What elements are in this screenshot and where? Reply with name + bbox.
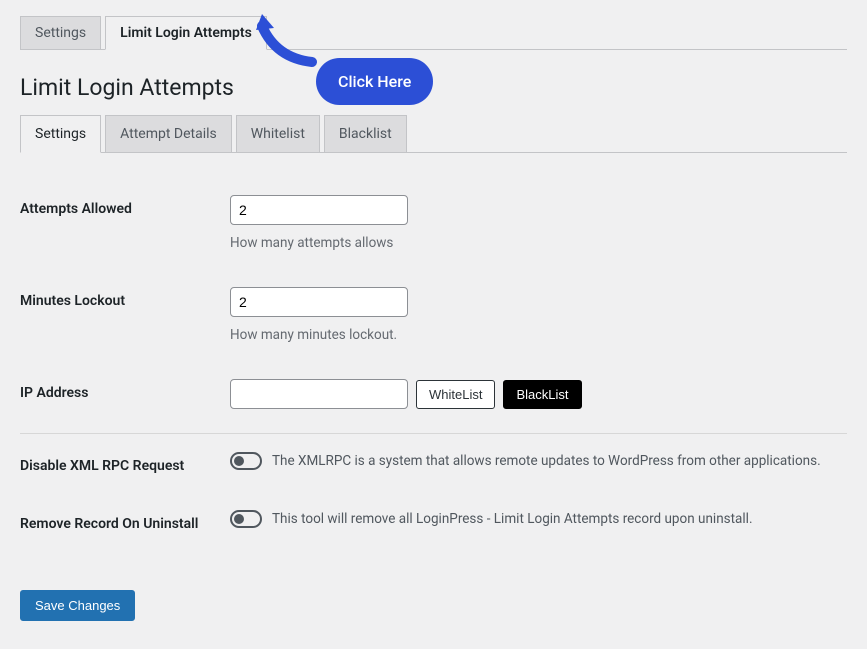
- desc-remove-record: This tool will remove all LoginPress - L…: [272, 511, 753, 527]
- desc-attempts-allowed: How many attempts allows: [230, 235, 847, 251]
- toggle-remove-record[interactable]: [230, 510, 262, 528]
- desc-minutes-lockout: How many minutes lockout.: [230, 327, 847, 343]
- page-title: Limit Login Attempts: [20, 74, 847, 101]
- sub-tab-blacklist[interactable]: Blacklist: [324, 115, 407, 153]
- top-tab-limit-login[interactable]: Limit Login Attempts: [105, 16, 267, 50]
- top-tab-settings[interactable]: Settings: [20, 16, 101, 50]
- row-disable-xmlrpc: Disable XML RPC Request The XMLRPC is a …: [20, 434, 847, 492]
- save-button[interactable]: Save Changes: [20, 590, 135, 621]
- input-attempts-allowed[interactable]: [230, 195, 408, 225]
- toggle-disable-xmlrpc[interactable]: [230, 452, 262, 470]
- label-disable-xmlrpc: Disable XML RPC Request: [20, 452, 230, 474]
- label-ip-address: IP Address: [20, 379, 230, 401]
- label-attempts-allowed: Attempts Allowed: [20, 195, 230, 217]
- sub-tab-whitelist[interactable]: Whitelist: [236, 115, 320, 153]
- row-minutes-lockout: Minutes Lockout How many minutes lockout…: [20, 269, 847, 361]
- sub-tab-attempt-details[interactable]: Attempt Details: [105, 115, 232, 153]
- input-ip-address[interactable]: [230, 379, 408, 409]
- label-minutes-lockout: Minutes Lockout: [20, 287, 230, 309]
- toggle-knob-icon: [234, 456, 244, 466]
- sub-tabs: Settings Attempt Details Whitelist Black…: [20, 115, 847, 153]
- blacklist-button[interactable]: BlackList: [503, 380, 581, 409]
- sub-tab-settings[interactable]: Settings: [20, 115, 101, 153]
- desc-disable-xmlrpc: The XMLRPC is a system that allows remot…: [272, 453, 821, 469]
- row-remove-record: Remove Record On Uninstall This tool wil…: [20, 492, 847, 550]
- label-remove-record: Remove Record On Uninstall: [20, 510, 230, 532]
- save-row: Save Changes: [20, 590, 847, 621]
- row-attempts-allowed: Attempts Allowed How many attempts allow…: [20, 177, 847, 269]
- row-ip-address: IP Address WhiteList BlackList: [20, 361, 847, 434]
- top-tabs: Settings Limit Login Attempts Click Here: [20, 16, 847, 50]
- whitelist-button[interactable]: WhiteList: [416, 380, 495, 409]
- toggle-knob-icon: [234, 514, 244, 524]
- input-minutes-lockout[interactable]: [230, 287, 408, 317]
